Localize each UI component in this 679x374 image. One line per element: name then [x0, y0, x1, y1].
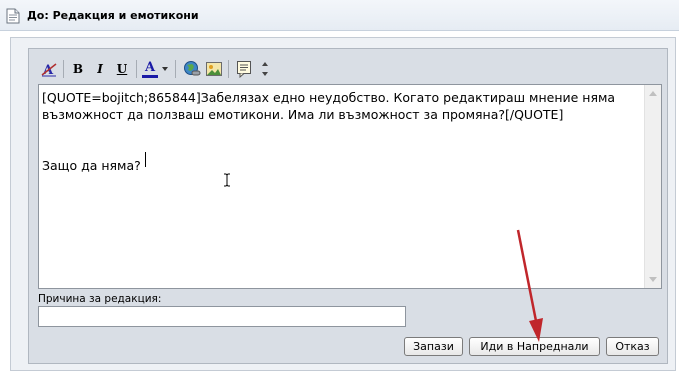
link-icon	[184, 61, 201, 76]
italic-button[interactable]: I	[90, 59, 110, 79]
message-editor[interactable]: [QUOTE=bojitch;865844]Забелязах едно неу…	[38, 84, 662, 289]
remove-format-button[interactable]: A	[39, 59, 59, 79]
page-title: До: Редакция и емотикони	[27, 9, 199, 22]
document-icon	[6, 8, 20, 24]
insert-link-button[interactable]	[182, 59, 202, 79]
quote-button[interactable]	[234, 59, 254, 79]
editor-content[interactable]: [QUOTE=bojitch;865844]Забелязах едно неу…	[42, 89, 637, 174]
text-caret	[145, 152, 146, 167]
title-bar: До: Редакция и емотикони	[0, 0, 679, 31]
font-color-swatch	[142, 74, 158, 78]
chevron-down-icon	[162, 67, 168, 71]
cancel-button[interactable]: Отказ	[606, 337, 659, 356]
insert-image-button[interactable]	[204, 59, 224, 79]
font-color-dropdown[interactable]	[161, 59, 169, 79]
font-color-button[interactable]: A	[141, 59, 159, 79]
go-advanced-button[interactable]: Иди в Напреднали	[469, 337, 600, 356]
save-button[interactable]: Запази	[404, 337, 463, 356]
quote-icon	[237, 61, 251, 78]
scroll-down-icon[interactable]	[649, 277, 657, 282]
underline-button[interactable]: U	[112, 59, 132, 79]
reason-input[interactable]	[38, 306, 406, 327]
editor-toolbar: A B I U A	[35, 56, 275, 82]
reason-label: Причина за редакция:	[38, 293, 162, 305]
resize-editor-button[interactable]	[259, 59, 271, 79]
resize-icon	[262, 62, 268, 76]
image-icon	[206, 62, 222, 76]
remove-format-icon: A	[41, 63, 57, 78]
scroll-up-icon[interactable]	[649, 91, 657, 96]
bold-button[interactable]: B	[68, 59, 88, 79]
editor-scrollbar[interactable]	[644, 85, 661, 288]
ibeam-cursor-icon	[224, 173, 230, 187]
font-color-icon: A	[144, 59, 156, 75]
